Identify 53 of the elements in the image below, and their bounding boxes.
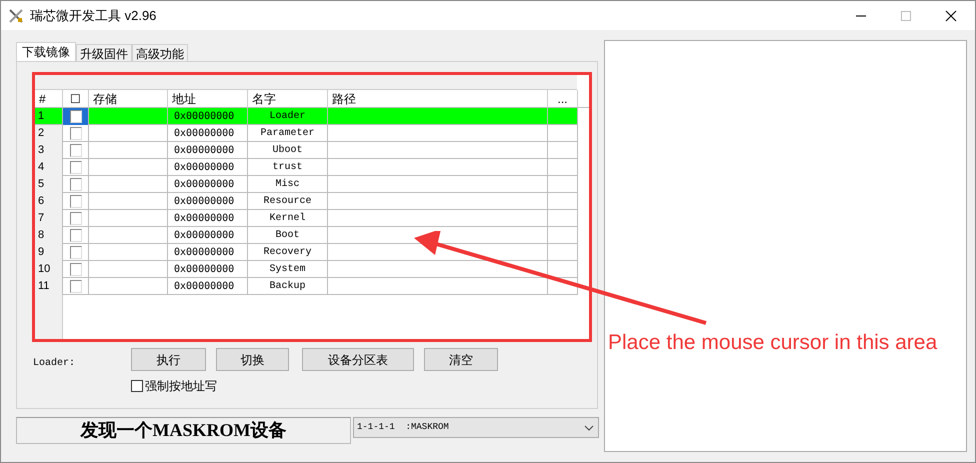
checkbox[interactable]: [131, 380, 143, 392]
checkbox[interactable]: [70, 262, 82, 276]
force-address-write-label: 强制按地址写: [145, 378, 217, 395]
checkbox[interactable]: [70, 160, 82, 174]
row-number: 8: [35, 227, 63, 244]
row-number: 5: [35, 176, 63, 192]
table-row[interactable]: 6 0x00000000 Resource: [35, 193, 578, 210]
row-number-gutter: [35, 295, 63, 339]
table-row[interactable]: 11 0x00000000 Backup: [35, 278, 578, 295]
close-icon[interactable]: [945, 10, 957, 22]
table-row[interactable]: 8 0x00000000 Boot: [35, 227, 578, 244]
table-row[interactable]: 3 0x00000000 Uboot: [35, 142, 578, 159]
tab[interactable]: 下载镜像: [16, 42, 76, 61]
row-number: 7: [35, 210, 63, 226]
maximize-icon[interactable]: [900, 10, 912, 22]
action-button[interactable]: 切换: [216, 348, 289, 371]
table-row[interactable]: 7 0x00000000 Kernel: [35, 210, 578, 227]
tools-icon: [8, 8, 24, 24]
row-number: 11: [35, 278, 63, 294]
table-row[interactable]: 10 0x00000000 System: [35, 261, 578, 278]
checkbox[interactable]: [70, 280, 82, 293]
table-row[interactable]: 1 0x00000000 Loader: [35, 108, 578, 125]
chevron-icon: [584, 424, 594, 430]
loader-label: Loader:: [33, 356, 76, 371]
table-row[interactable]: 2 0x00000000 Parameter: [35, 125, 578, 142]
table-row[interactable]: 4 0x00000000 trust: [35, 159, 578, 176]
checkbox[interactable]: [70, 110, 82, 123]
checkbox[interactable]: [70, 246, 82, 259]
checkbox[interactable]: [70, 126, 82, 140]
checkbox[interactable]: [70, 178, 82, 191]
checkbox[interactable]: [70, 144, 82, 157]
annotation-text: Place the mouse cursor in this area: [608, 330, 938, 356]
row-number: 3: [35, 142, 63, 158]
checkbox[interactable]: [70, 212, 82, 225]
action-button[interactable]: 设备分区表: [302, 348, 414, 371]
tab[interactable]: 高级功能: [132, 44, 188, 61]
window-title: 瑞芯微开发工具 v2.96: [30, 6, 156, 25]
device-select[interactable]: 1-1-1-1 :MASKROM: [353, 417, 599, 438]
action-button[interactable]: 执行: [131, 348, 206, 371]
checkbox[interactable]: [70, 194, 82, 208]
name-cell: Backup: [248, 278, 328, 294]
table-row[interactable]: 9 0x00000000 Recovery: [35, 244, 578, 261]
address-cell: 0x00000000: [168, 278, 248, 294]
tab[interactable]: 升级固件: [76, 44, 132, 61]
status-text: 发现一个MASKROM设备: [16, 417, 351, 444]
row-number: 4: [35, 159, 63, 176]
table-row[interactable]: 5 0x00000000 Misc: [35, 176, 578, 193]
row-number: 2: [35, 125, 63, 142]
row-number: 9: [35, 244, 63, 260]
action-button[interactable]: 清空: [424, 348, 498, 371]
row-number: 6: [35, 193, 63, 210]
checkbox[interactable]: [70, 228, 82, 242]
row-number: 10: [35, 261, 63, 278]
